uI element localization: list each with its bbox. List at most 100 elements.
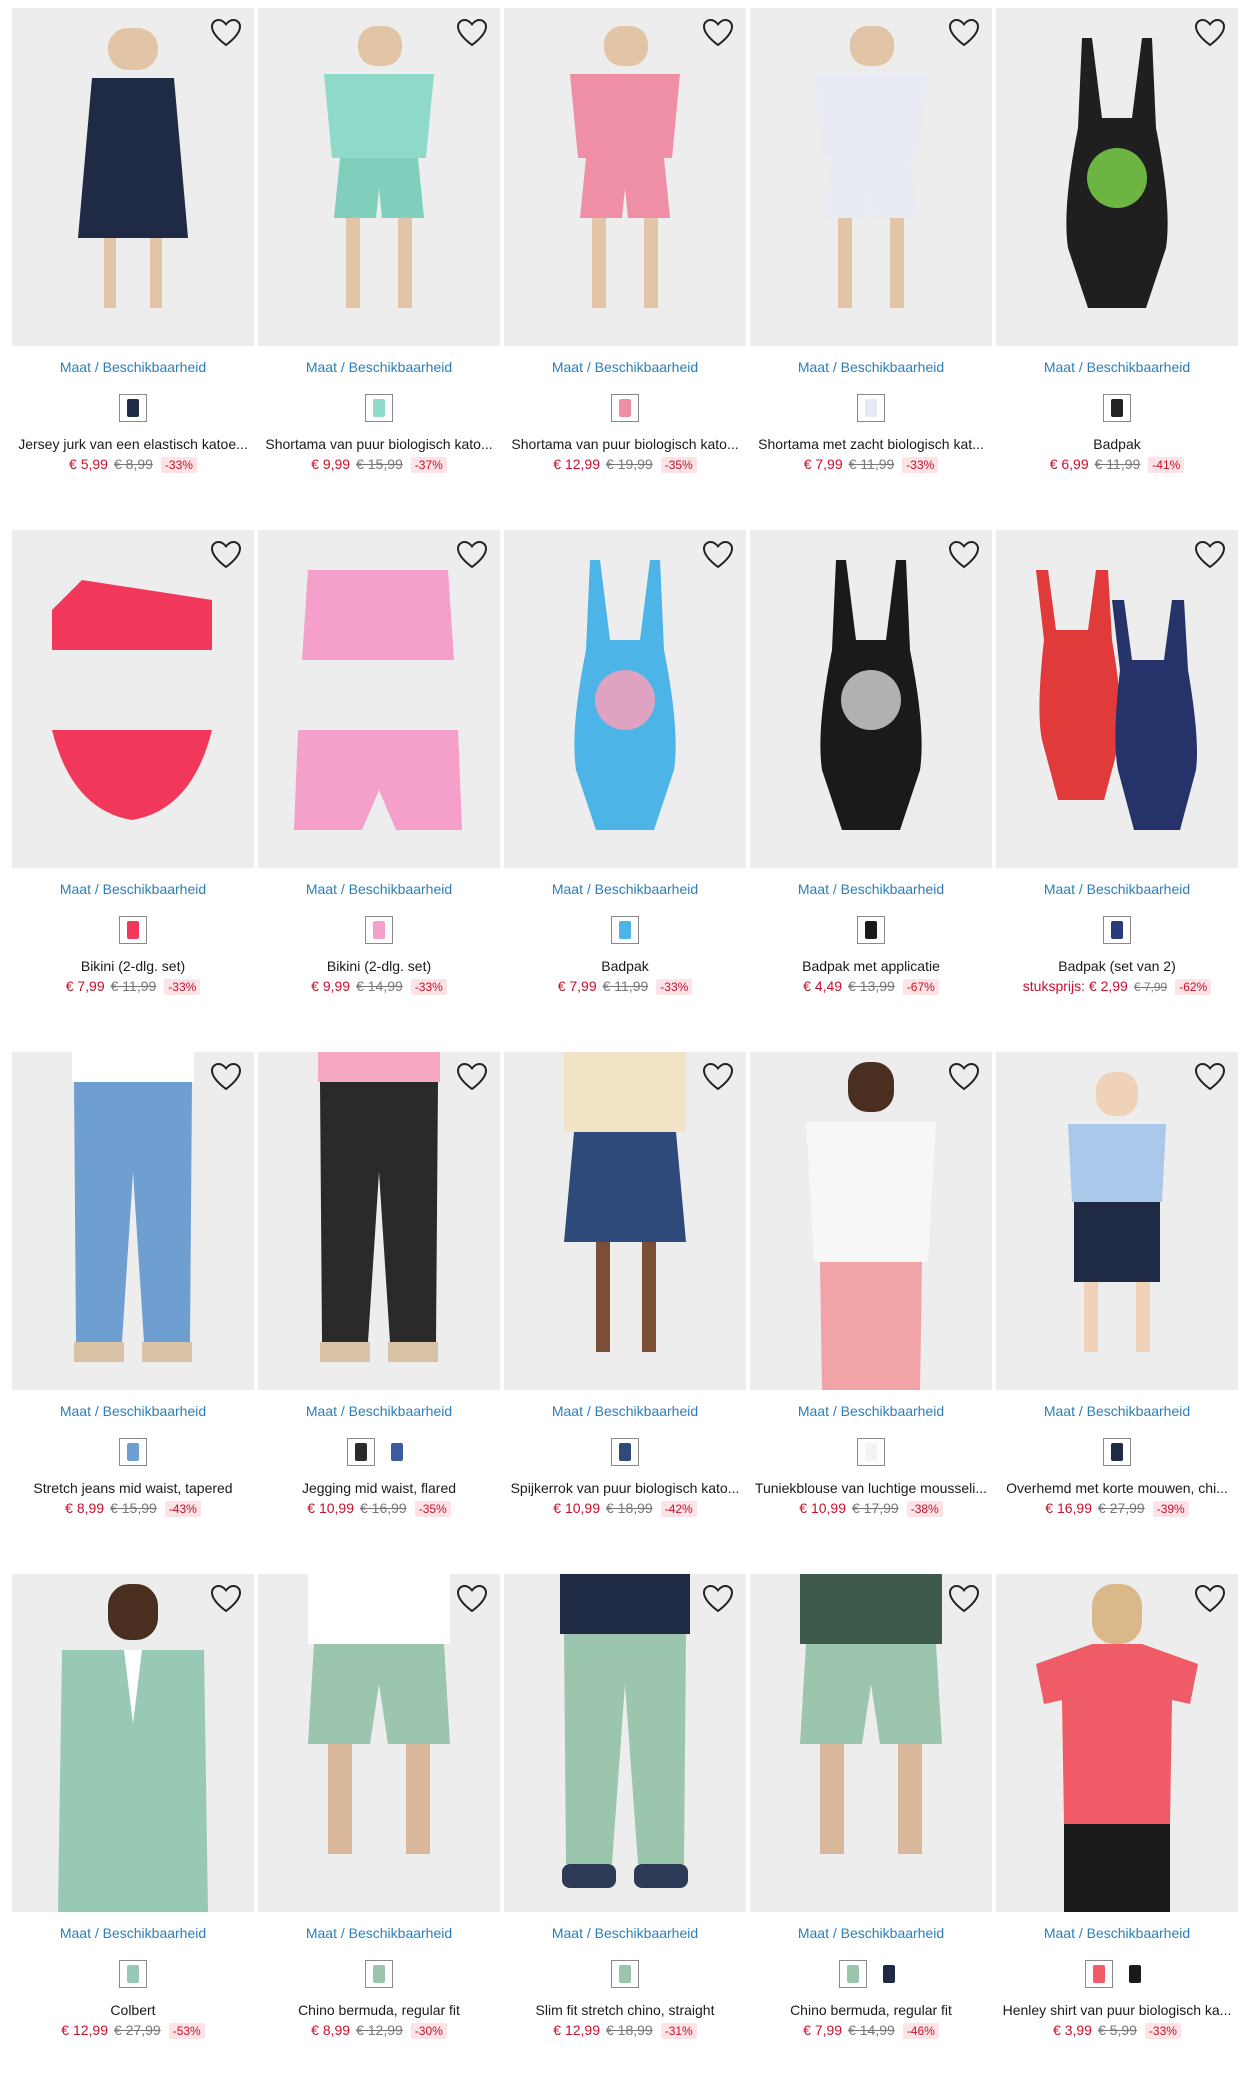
product-name[interactable]: Spijkerrok van puur biologisch kato... (504, 1480, 746, 1496)
product-name[interactable]: Badpak (set van 2) (996, 958, 1238, 974)
product-image[interactable] (12, 1574, 254, 1912)
color-swatch[interactable] (347, 1438, 375, 1466)
product-card[interactable]: Maat / Beschikbaarheid Badpak € 6,99 € 11,9… (996, 8, 1238, 473)
product-image[interactable] (996, 1574, 1238, 1912)
product-card[interactable]: Maat / Beschikbaarheid Badpak € 7,99 € 11,9… (504, 530, 746, 995)
color-swatch[interactable] (365, 916, 393, 944)
product-image[interactable] (996, 1052, 1238, 1390)
product-image[interactable] (996, 8, 1238, 346)
wishlist-heart-icon[interactable] (456, 1584, 488, 1614)
color-swatch[interactable] (1121, 1960, 1149, 1988)
size-availability-link[interactable]: Maat / Beschikbaarheid (996, 1924, 1238, 1942)
size-availability-link[interactable]: Maat / Beschikbaarheid (504, 1924, 746, 1942)
color-swatch[interactable] (857, 916, 885, 944)
product-name[interactable]: Jersey jurk van een elastisch katoe... (12, 436, 254, 452)
product-card[interactable]: Maat / Beschikbaarheid Bikini (2-dlg. set… (12, 530, 254, 995)
product-image[interactable] (750, 1574, 992, 1912)
product-name[interactable]: Bikini (2-dlg. set) (12, 958, 254, 974)
size-availability-link[interactable]: Maat / Beschikbaarheid (258, 880, 500, 898)
color-swatch[interactable] (1103, 394, 1131, 422)
product-name[interactable]: Colbert (12, 2002, 254, 2018)
product-image[interactable] (504, 8, 746, 346)
product-card[interactable]: Maat / Beschikbaarheid Chino bermuda, reg… (750, 1574, 992, 2039)
color-swatch[interactable] (611, 1960, 639, 1988)
color-swatch[interactable] (383, 1438, 411, 1466)
product-image[interactable] (996, 530, 1238, 868)
product-image[interactable] (504, 1052, 746, 1390)
product-card[interactable]: Maat / Beschikbaarheid Bikini (2-dlg. set… (258, 530, 500, 995)
product-card[interactable]: Maat / Beschikbaarheid Badpak (set van 2)… (996, 530, 1238, 995)
product-name[interactable]: Stretch jeans mid waist, tapered (12, 1480, 254, 1496)
color-swatch[interactable] (1103, 916, 1131, 944)
size-availability-link[interactable]: Maat / Beschikbaarheid (12, 1402, 254, 1420)
product-name[interactable]: Shortama van puur biologisch kato... (504, 436, 746, 452)
size-availability-link[interactable]: Maat / Beschikbaarheid (504, 880, 746, 898)
size-availability-link[interactable]: Maat / Beschikbaarheid (12, 358, 254, 376)
size-availability-link[interactable]: Maat / Beschikbaarheid (750, 1402, 992, 1420)
product-name[interactable]: Tuniekblouse van luchtige mousseli... (750, 1480, 992, 1496)
color-swatch[interactable] (365, 394, 393, 422)
product-name[interactable]: Overhemd met korte mouwen, chi... (996, 1480, 1238, 1496)
product-image[interactable] (750, 1052, 992, 1390)
wishlist-heart-icon[interactable] (948, 1062, 980, 1092)
product-card[interactable]: Maat / Beschikbaarheid Stretch jeans mid … (12, 1052, 254, 1517)
size-availability-link[interactable]: Maat / Beschikbaarheid (996, 358, 1238, 376)
product-name[interactable]: Badpak met applicatie (750, 958, 992, 974)
product-card[interactable]: Maat / Beschikbaarheid Tuniekblouse van l… (750, 1052, 992, 1517)
product-name[interactable]: Badpak (504, 958, 746, 974)
color-swatch[interactable] (119, 1438, 147, 1466)
color-swatch[interactable] (1103, 1438, 1131, 1466)
size-availability-link[interactable]: Maat / Beschikbaarheid (750, 358, 992, 376)
color-swatch[interactable] (875, 1960, 903, 1988)
color-swatch[interactable] (857, 1438, 885, 1466)
size-availability-link[interactable]: Maat / Beschikbaarheid (750, 880, 992, 898)
wishlist-heart-icon[interactable] (210, 18, 242, 48)
wishlist-heart-icon[interactable] (948, 1584, 980, 1614)
product-name[interactable]: Shortama met zacht biologisch kat... (750, 436, 992, 452)
size-availability-link[interactable]: Maat / Beschikbaarheid (504, 1402, 746, 1420)
wishlist-heart-icon[interactable] (1194, 1584, 1226, 1614)
wishlist-heart-icon[interactable] (456, 18, 488, 48)
product-card[interactable]: Maat / Beschikbaarheid Spijkerrok van puu… (504, 1052, 746, 1517)
product-card[interactable]: Maat / Beschikbaarheid Henley shirt van p… (996, 1574, 1238, 2039)
product-name[interactable]: Henley shirt van puur biologisch ka... (996, 2002, 1238, 2018)
size-availability-link[interactable]: Maat / Beschikbaarheid (258, 1402, 500, 1420)
size-availability-link[interactable]: Maat / Beschikbaarheid (996, 880, 1238, 898)
product-card[interactable]: Maat / Beschikbaarheid Shortama van puur … (504, 8, 746, 473)
wishlist-heart-icon[interactable] (702, 18, 734, 48)
product-name[interactable]: Chino bermuda, regular fit (258, 2002, 500, 2018)
product-image[interactable] (258, 530, 500, 868)
color-swatch[interactable] (611, 916, 639, 944)
product-name[interactable]: Jegging mid waist, flared (258, 1480, 500, 1496)
size-availability-link[interactable]: Maat / Beschikbaarheid (12, 1924, 254, 1942)
product-name[interactable]: Badpak (996, 436, 1238, 452)
size-availability-link[interactable]: Maat / Beschikbaarheid (258, 358, 500, 376)
product-card[interactable]: Maat / Beschikbaarheid Jegging mid waist,… (258, 1052, 500, 1517)
product-name[interactable]: Shortama van puur biologisch kato... (258, 436, 500, 452)
size-availability-link[interactable]: Maat / Beschikbaarheid (750, 1924, 992, 1942)
product-card[interactable]: Maat / Beschikbaarheid Overhemd met korte… (996, 1052, 1238, 1517)
color-swatch[interactable] (119, 916, 147, 944)
wishlist-heart-icon[interactable] (456, 540, 488, 570)
product-image[interactable] (258, 8, 500, 346)
wishlist-heart-icon[interactable] (1194, 540, 1226, 570)
product-name[interactable]: Chino bermuda, regular fit (750, 2002, 992, 2018)
wishlist-heart-icon[interactable] (702, 1584, 734, 1614)
product-image[interactable] (12, 530, 254, 868)
wishlist-heart-icon[interactable] (702, 540, 734, 570)
product-card[interactable]: Maat / Beschikbaarheid Slim fit stretch c… (504, 1574, 746, 2039)
product-name[interactable]: Slim fit stretch chino, straight (504, 2002, 746, 2018)
product-image[interactable] (12, 8, 254, 346)
wishlist-heart-icon[interactable] (702, 1062, 734, 1092)
wishlist-heart-icon[interactable] (1194, 18, 1226, 48)
product-card[interactable]: Maat / Beschikbaarheid Jersey jurk van ee… (12, 8, 254, 473)
product-image[interactable] (504, 1574, 746, 1912)
color-swatch[interactable] (119, 1960, 147, 1988)
wishlist-heart-icon[interactable] (210, 540, 242, 570)
product-image[interactable] (750, 530, 992, 868)
product-card[interactable]: Maat / Beschikbaarheid Shortama van puur … (258, 8, 500, 473)
wishlist-heart-icon[interactable] (210, 1062, 242, 1092)
size-availability-link[interactable]: Maat / Beschikbaarheid (996, 1402, 1238, 1420)
size-availability-link[interactable]: Maat / Beschikbaarheid (12, 880, 254, 898)
wishlist-heart-icon[interactable] (948, 540, 980, 570)
